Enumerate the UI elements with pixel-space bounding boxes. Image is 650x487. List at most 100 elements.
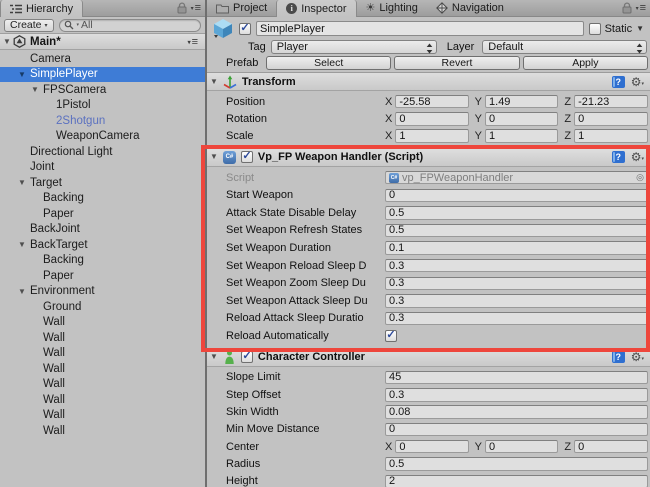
property-field[interactable]: 1 (395, 129, 469, 143)
tree-row[interactable]: ▼ SimplePlayer (0, 66, 205, 82)
object-picker-icon[interactable]: ◎ (636, 172, 644, 183)
tree-row[interactable]: BackJoint (0, 222, 205, 238)
tag-dropdown[interactable]: Player (270, 40, 437, 54)
prefab-select-button[interactable]: Select (266, 56, 392, 70)
tree-row[interactable]: Directional Light (0, 144, 205, 160)
tab-lighting[interactable]: ☀ Lighting (357, 0, 427, 16)
settings-gear-icon[interactable]: ⚙ ▾ (631, 351, 644, 363)
active-checkbox[interactable]: ✓ (239, 22, 251, 35)
gameobject-cube-icon[interactable] (212, 19, 234, 39)
property-field[interactable]: 0 (574, 439, 649, 454)
property-field[interactable]: 0 (385, 422, 648, 437)
prefab-apply-button[interactable]: Apply (522, 56, 648, 70)
foldout-icon[interactable]: ▼ (210, 77, 218, 86)
scene-menu-icon[interactable]: ▾ ≡ (188, 36, 198, 48)
foldout-icon[interactable]: ▼ (18, 179, 26, 187)
object-reference-field[interactable]: C# vp_FPWeaponHandler ◎ (385, 170, 648, 185)
tab-project[interactable]: Project (207, 0, 276, 16)
component-enabled-checkbox[interactable]: ✓ (240, 351, 253, 364)
property-field[interactable]: -21.23 (574, 94, 649, 109)
tree-row[interactable]: Backing (0, 191, 205, 207)
tree-row[interactable]: ▼ Environment (0, 284, 205, 300)
panel-menu-icon[interactable]: ▾ ≡ (191, 2, 201, 14)
property-field[interactable]: 0 (485, 439, 559, 454)
tab-label: Project (233, 2, 268, 14)
name-field[interactable]: SimplePlayer (256, 21, 584, 36)
property-field[interactable]: 0.5 (385, 457, 648, 471)
panel-menu-icon[interactable]: ▾ ≡ (636, 2, 646, 14)
settings-gear-icon[interactable]: ⚙ ▾ (631, 76, 644, 88)
tab-navigation[interactable]: Navigation (427, 0, 513, 16)
property-field[interactable]: 1.49 (485, 94, 559, 109)
tab-inspector[interactable]: i Inspector (276, 0, 357, 17)
property-field[interactable]: 0.5 (385, 223, 648, 238)
property-checkbox[interactable]: ✓ (385, 330, 397, 343)
property-field[interactable]: 0.3 (385, 258, 648, 273)
property-field[interactable]: 2 (385, 474, 648, 487)
tree-row[interactable]: ▼ BackTarget (0, 237, 205, 253)
field-value: 2 (389, 475, 396, 487)
tree-row[interactable]: ▼ Target (0, 175, 205, 191)
help-book-icon[interactable]: ? (611, 75, 625, 88)
prefab-revert-button[interactable]: Revert (394, 56, 520, 70)
foldout-icon[interactable]: ▼ (18, 241, 26, 249)
tree-row[interactable]: Camera (0, 51, 205, 67)
property-field[interactable]: 0.3 (385, 276, 648, 290)
foldout-icon[interactable]: ▼ (210, 353, 218, 361)
static-dropdown-icon[interactable]: ▼ (636, 24, 644, 33)
foldout-icon[interactable]: ▼ (18, 70, 26, 79)
lock-icon[interactable] (622, 2, 632, 14)
tree-row[interactable]: 1Pistol (0, 98, 205, 114)
tree-row[interactable]: Wall (0, 408, 205, 424)
help-book-icon[interactable]: ? (611, 151, 625, 164)
property-field[interactable]: 0 (485, 112, 559, 126)
search-input[interactable]: ▾ All (58, 18, 201, 32)
settings-gear-icon[interactable]: ⚙ ▾ (631, 151, 644, 163)
property-field[interactable]: 0.1 (385, 241, 648, 255)
tree-row[interactable]: WeaponCamera (0, 129, 205, 145)
tree-row[interactable]: Wall (0, 361, 205, 377)
property-field[interactable]: 0 (574, 112, 649, 126)
component-enabled-checkbox[interactable]: ✓ (240, 151, 253, 164)
scene-row[interactable]: ▼ Main* ▾ ≡ (0, 34, 205, 50)
tree-row[interactable]: Wall (0, 377, 205, 393)
tree-row[interactable]: Wall (0, 423, 205, 439)
tree-row[interactable]: Paper (0, 206, 205, 222)
foldout-icon[interactable]: ▼ (31, 86, 39, 94)
property-field[interactable]: 1 (485, 129, 559, 143)
property-field[interactable]: 0 (385, 188, 648, 203)
tree-row[interactable]: Paper (0, 268, 205, 284)
property-field[interactable]: 45 (385, 370, 648, 385)
property-field[interactable]: 0.08 (385, 405, 648, 419)
tree-row[interactable]: 2Shotgun (0, 113, 205, 129)
property-field[interactable]: 0.3 (385, 311, 648, 326)
property-field[interactable]: 0.3 (385, 388, 648, 402)
scene-foldout-icon[interactable]: ▼ (3, 37, 11, 46)
component-header[interactable]: ▼ Transform? ⚙ ▾ (207, 73, 650, 91)
foldout-icon[interactable]: ▼ (18, 287, 26, 296)
foldout-icon[interactable]: ▼ (210, 153, 218, 161)
property-field[interactable]: -25.58 (395, 94, 469, 109)
component-header[interactable]: ▼ ✓ Character Controller? ⚙ ▾ (207, 348, 650, 367)
tree-row[interactable]: Wall (0, 315, 205, 331)
property-row: Slope Limit 45 (207, 369, 650, 386)
tree-row[interactable]: Backing (0, 253, 205, 269)
property-field[interactable]: 0 (395, 112, 469, 126)
create-button[interactable]: Create ▾ (4, 18, 54, 32)
tree-row[interactable]: Ground (0, 299, 205, 315)
static-checkbox[interactable] (588, 22, 601, 35)
property-field[interactable]: 1 (574, 129, 649, 143)
tree-row[interactable]: Joint (0, 160, 205, 176)
component-header[interactable]: ▼ C# ✓ Vp_FP Weapon Handler (Script)? ⚙ ▾ (207, 148, 650, 167)
property-field[interactable]: 0 (395, 439, 469, 454)
tree-row[interactable]: ▼ FPSCamera (0, 82, 205, 98)
layer-dropdown[interactable]: Default (482, 40, 647, 54)
tree-row[interactable]: Wall (0, 346, 205, 362)
lock-icon[interactable] (177, 2, 187, 14)
tree-row[interactable]: Wall (0, 392, 205, 408)
tree-row[interactable]: Wall (0, 330, 205, 346)
property-field[interactable]: 0.5 (385, 206, 648, 220)
help-book-icon[interactable]: ? (611, 351, 625, 364)
tab-hierarchy[interactable]: Hierarchy (0, 0, 84, 17)
property-field[interactable]: 0.3 (385, 294, 648, 308)
